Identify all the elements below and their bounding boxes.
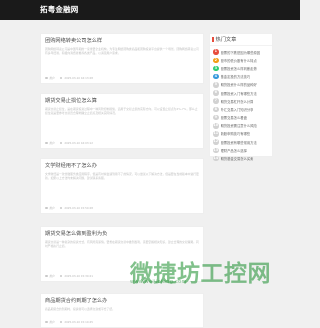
article-meta: 用户 2025-03-10 16:13:28	[45, 76, 93, 80]
rank-badge: 9	[213, 114, 219, 121]
hot-article-item[interactable]: 10 期货投资需注意什么风险	[213, 122, 269, 130]
rank-badge: 14	[213, 155, 219, 162]
hot-article-item[interactable]: 11 新股申购技巧有哪些	[213, 130, 269, 138]
hot-articles-sidebar: 热门文章 1 股票的下跌是因为哪些原因 2 股市的低价股有什么特点 3 股票投资怎么样判断…	[209, 33, 273, 162]
article-card-3[interactable]: 文学财经用不了怎么办 文学财经是一款金融服务类应用程序，但是有时候会遇到用不了的…	[40, 158, 204, 214]
article-excerpt: 商品期货合约到期时，投资者可以选择交割或平仓了结。	[45, 307, 115, 311]
clock-icon	[59, 141, 63, 145]
sidebar-header: 热门文章	[210, 34, 272, 46]
date: 2025-03-10 15:50:28	[59, 206, 93, 210]
hot-article-title[interactable]: 期货投资需注意什么风险	[221, 123, 257, 128]
rank-badge: 6	[213, 90, 219, 96]
rank-badge: 1	[213, 49, 219, 55]
author-name: 用户	[49, 76, 55, 80]
hot-article-item[interactable]: 7 期货交易杠杆怎么计算	[213, 97, 269, 105]
author: 用户	[45, 76, 55, 80]
hot-article-item[interactable]: 14 期货基金交易怎么买卖	[213, 154, 269, 162]
hot-article-item[interactable]: 13 理财产品怎么选择	[213, 146, 269, 154]
hot-article-title[interactable]: 股票投资入门有哪些方法	[221, 91, 257, 96]
date-text: 2025-03-10 16:03:12	[64, 141, 93, 145]
article-card-1[interactable]: 团购网络转卖公司怎么样 团购网络转卖公司是中国早期的一家重要企业机构，为专注网络…	[40, 33, 204, 84]
hot-article-item[interactable]: 2 股市的低价股有什么特点	[213, 56, 269, 64]
rank-badge: 4	[213, 73, 219, 80]
clock-icon	[59, 76, 63, 80]
article-meta: 用户 2025-03-10 15:30:21	[45, 274, 93, 278]
hot-article-title[interactable]: 股票投资怎么样判断走势	[221, 66, 257, 71]
date-text: 2025-03-10 15:30:21	[64, 274, 93, 278]
sidebar-title: 热门文章	[215, 37, 237, 43]
user-icon	[45, 206, 48, 210]
hot-article-title[interactable]: 股票投资有哪些常用方法	[221, 140, 257, 145]
article-title[interactable]: 文学财经用不了怎么办	[45, 162, 199, 169]
hot-article-item[interactable]: 1 股票的下跌是因为哪些原因	[213, 48, 269, 56]
hot-article-item[interactable]: 3 股票投资怎么样判断走势	[213, 64, 269, 72]
author: 用户	[45, 141, 55, 145]
rank-badge: 3	[213, 65, 219, 72]
hot-article-title[interactable]: 期货交易杠杆怎么计算	[221, 99, 254, 104]
article-card-2[interactable]: 期货交易止损位怎么算 期货交易止损位，是在期货投资过程中一种风险控制措施，适用于…	[40, 93, 204, 149]
hot-article-title[interactable]: 理财产品怎么选择	[221, 148, 247, 153]
hot-article-item[interactable]: 6 股票投资入门有哪些方法	[213, 89, 269, 97]
article-meta: 用户 2025-03-10 16:03:12	[45, 141, 93, 145]
author-name: 用户	[49, 320, 55, 324]
rank-badge: 12	[213, 139, 219, 145]
hot-article-item[interactable]: 5 期货投资什么样的品种好	[213, 81, 269, 89]
rank-badge: 13	[213, 147, 219, 154]
article-meta: 用户 2025-03-10 15:10:45	[45, 320, 93, 324]
author-name: 用户	[49, 274, 55, 278]
user-icon	[45, 320, 48, 324]
article-title[interactable]: 期货交易止损位怎么算	[45, 97, 199, 104]
hot-article-title[interactable]: 外汇交易入门知识分享	[221, 107, 254, 112]
watermark: 微捷坊工控网 www.weijiefang.com	[130, 248, 300, 288]
hot-article-title[interactable]: 股市的低价股有什么特点	[221, 58, 257, 63]
rank-badge: 10	[213, 123, 219, 129]
top-navigation-bar: 拓粤金融网	[0, 0, 300, 20]
hot-article-title[interactable]: 股票的下跌是因为哪些原因	[221, 50, 261, 55]
hot-article-item[interactable]: 12 股票投资有哪些常用方法	[213, 138, 269, 146]
date-text: 2025-03-10 16:13:28	[64, 76, 93, 80]
hot-article-title[interactable]: 期货投资什么样的品种好	[221, 82, 257, 87]
clock-icon	[59, 206, 63, 210]
hot-article-item[interactable]: 8 外汇交易入门知识分享	[213, 105, 269, 113]
clock-icon	[59, 274, 63, 278]
hot-article-title[interactable]: 新股申购技巧有哪些	[221, 131, 251, 136]
author: 用户	[45, 320, 55, 324]
article-excerpt: 文学财经是一款金融服务类应用程序，但是有时候会遇到用不了的情况，可以尝试以下解决…	[45, 172, 199, 181]
article-excerpt: 期货交易止损位，是在期货投资过程中一种风险控制措施，适用于交易止损的实际方向。可…	[45, 107, 198, 116]
clock-icon	[59, 320, 63, 324]
rank-badge: 5	[213, 82, 219, 88]
article-title[interactable]: 商品期货合约到期了怎么办	[45, 297, 199, 304]
date: 2025-03-10 16:03:12	[59, 141, 93, 145]
hot-article-title[interactable]: 期货基金交易怎么买卖	[221, 156, 254, 161]
hot-articles-list: 1 股票的下跌是因为哪些原因 2 股市的低价股有什么特点 3 股票投资怎么样判断走势 4 基金…	[210, 46, 272, 163]
article-excerpt: 团购网络转卖公司是中国早期的一家重要企业机构，为专注网络团购类商品和团购投资平台…	[45, 47, 199, 56]
author: 用户	[45, 206, 55, 210]
hot-article-title[interactable]: 股票交易怎么看盘	[221, 115, 247, 120]
user-icon	[45, 76, 48, 80]
date: 2025-03-10 15:30:21	[59, 274, 93, 278]
article-card-5[interactable]: 商品期货合约到期了怎么办 商品期货合约到期时，投资者可以选择交割或平仓了结。 用…	[40, 293, 204, 328]
author: 用户	[45, 274, 55, 278]
hot-article-title[interactable]: 基金定投的方法技巧	[221, 74, 251, 79]
watermark-url: www.weijiefang.com	[130, 279, 187, 285]
section-marker	[212, 36, 214, 43]
rank-badge: 11	[213, 131, 219, 137]
hot-article-item[interactable]: 9 股票交易怎么看盘	[213, 114, 269, 122]
site-brand[interactable]: 拓粤金融网	[40, 4, 79, 15]
date-text: 2025-03-10 15:50:28	[64, 206, 93, 210]
rank-badge: 7	[213, 98, 219, 104]
author-name: 用户	[49, 141, 55, 145]
user-icon	[45, 141, 48, 145]
rank-badge: 8	[213, 106, 219, 113]
date-text: 2025-03-10 15:10:45	[64, 320, 93, 324]
article-title[interactable]: 期货交易怎么做到盈利为负	[45, 230, 199, 237]
user-icon	[45, 274, 48, 278]
rank-badge: 2	[213, 57, 219, 64]
article-title[interactable]: 团购网络转卖公司怎么样	[45, 37, 199, 44]
article-meta: 用户 2025-03-10 15:50:28	[45, 206, 93, 210]
author-name: 用户	[49, 206, 55, 210]
date: 2025-03-10 16:13:28	[59, 76, 93, 80]
date: 2025-03-10 15:10:45	[59, 320, 93, 324]
hot-article-item[interactable]: 4 基金定投的方法技巧	[213, 73, 269, 81]
